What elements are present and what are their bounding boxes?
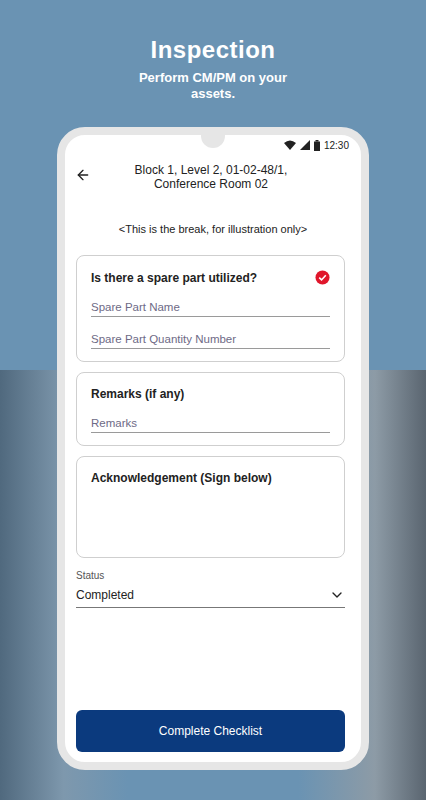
wifi-icon [284, 140, 296, 150]
card-title: Is there a spare part utilized? [91, 271, 257, 285]
fields-card: Remarks (if any) [76, 372, 345, 446]
back-button[interactable] [75, 163, 99, 183]
text-field[interactable] [91, 327, 330, 349]
card-title: Remarks (if any) [91, 387, 184, 401]
status-label: Status [76, 570, 345, 581]
status-time: 12:30 [324, 140, 349, 151]
check-icon[interactable] [315, 270, 330, 285]
screen-title-line: Conference Room 02 [154, 177, 268, 191]
question-card: Is there a spare part utilized? [76, 255, 345, 362]
status-field: Status Completed [65, 570, 361, 608]
top-bar: Block 1, Level 2, 01-02-48/1,Conference … [65, 153, 361, 191]
status-value: Completed [76, 588, 134, 602]
status-select[interactable]: Completed [76, 585, 345, 608]
hero-title: Inspection [150, 36, 275, 64]
checklist: Is there a spare part utilized? Remarks (… [65, 255, 361, 558]
hero: Inspection Perform CM/PM on your assets. [123, 0, 303, 102]
text-field[interactable] [91, 295, 330, 317]
break-note: <This is the break, for illustration onl… [65, 223, 361, 235]
signal-icon [300, 140, 310, 150]
card-head: Is there a spare part utilized? [91, 270, 330, 285]
screen-title: Block 1, Level 2, 01-02-48/1,Conference … [99, 163, 347, 191]
card-head: Acknowledgement (Sign below) [91, 471, 330, 485]
chevron-down-icon[interactable] [329, 587, 345, 603]
complete-checklist-button[interactable]: Complete Checklist [76, 710, 345, 752]
phone: 12:30 Block 1, Level 2, 01-02-48/1,Confer… [57, 127, 369, 770]
text-field[interactable] [91, 411, 330, 433]
page: Inspection Perform CM/PM on your assets. 1… [0, 0, 426, 800]
arrow-left-icon[interactable] [75, 167, 91, 183]
phone-notch [201, 134, 225, 148]
card-head: Remarks (if any) [91, 387, 330, 401]
signature-card: Acknowledgement (Sign below) [76, 456, 345, 558]
hero-subtitle: Perform CM/PM on your assets. [123, 70, 303, 102]
screen-title-line: Block 1, Level 2, 01-02-48/1, [135, 163, 288, 177]
card-title: Acknowledgement (Sign below) [91, 471, 272, 485]
battery-icon [314, 140, 320, 151]
